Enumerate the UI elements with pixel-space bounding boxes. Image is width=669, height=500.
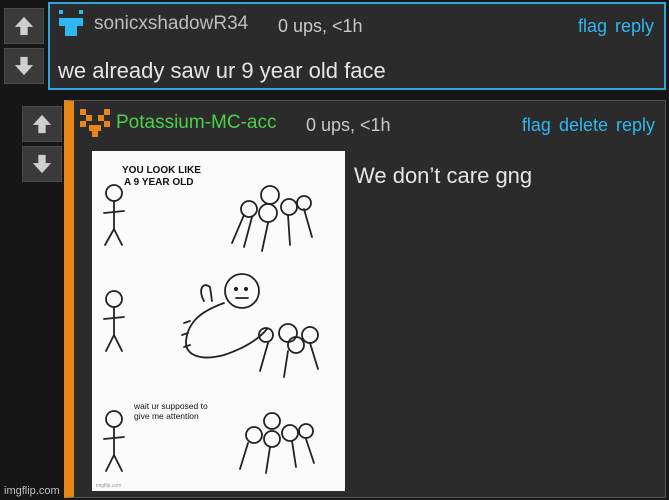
stick-figure-meme: YOU LOOK LIKE A 9 YEAR OLD wait ur suppo…: [96, 165, 319, 489]
arrow-up-icon: [32, 114, 52, 134]
meme-caption-4: give me attention: [134, 411, 199, 421]
comment-text: we already saw ur 9 year old face: [58, 58, 386, 83]
upvote-button[interactable]: [4, 8, 44, 44]
username[interactable]: Potassium-MC-acc: [116, 112, 276, 134]
delete-link[interactable]: delete: [559, 115, 608, 136]
reply-link[interactable]: reply: [616, 115, 655, 136]
arrow-down-icon: [14, 56, 34, 76]
arrow-up-icon: [14, 16, 34, 36]
flag-link[interactable]: flag: [578, 16, 607, 37]
comment-header: sonicxshadowR34: [56, 10, 248, 38]
meme-caption-2: A 9 YEAR OLD: [124, 177, 193, 188]
meme-caption-1: YOU LOOK LIKE: [122, 165, 201, 176]
comment-image[interactable]: YOU LOOK LIKE A 9 YEAR OLD wait ur suppo…: [92, 151, 345, 491]
meme-watermark: imgflip.com: [96, 483, 121, 489]
user-avatar-icon: [59, 10, 83, 36]
comment-meta: 0 ups, <1h: [306, 115, 391, 135]
reply-link[interactable]: reply: [615, 16, 654, 37]
downvote-button[interactable]: [4, 48, 44, 84]
comment-actions: flag delete reply: [522, 115, 655, 136]
comment-actions: flag reply: [578, 16, 654, 37]
user-avatar-icon: [80, 109, 110, 137]
meme-caption-3: wait ur supposed to: [133, 401, 208, 411]
comment-header: Potassium-MC-acc: [80, 109, 276, 137]
imgflip-watermark: imgflip.com: [4, 485, 60, 497]
username[interactable]: sonicxshadowR34: [94, 13, 248, 35]
arrow-down-icon: [32, 154, 52, 174]
comment2-vote-controls: [22, 106, 62, 182]
comment-text: We don’t care gng: [354, 163, 533, 188]
upvote-button[interactable]: [22, 106, 62, 142]
comment1-vote-controls: [4, 8, 44, 84]
downvote-button[interactable]: [22, 146, 62, 182]
comment-sonicxshadowR34: sonicxshadowR34 0 ups, <1h flag reply we…: [48, 2, 666, 90]
flag-link[interactable]: flag: [522, 115, 551, 136]
comment-Potassium-MC-acc: Potassium-MC-acc 0 ups, <1h flag delete …: [64, 100, 666, 498]
comment-meta: 0 ups, <1h: [278, 16, 363, 36]
comment-thread: sonicxshadowR34 0 ups, <1h flag reply we…: [0, 0, 669, 500]
